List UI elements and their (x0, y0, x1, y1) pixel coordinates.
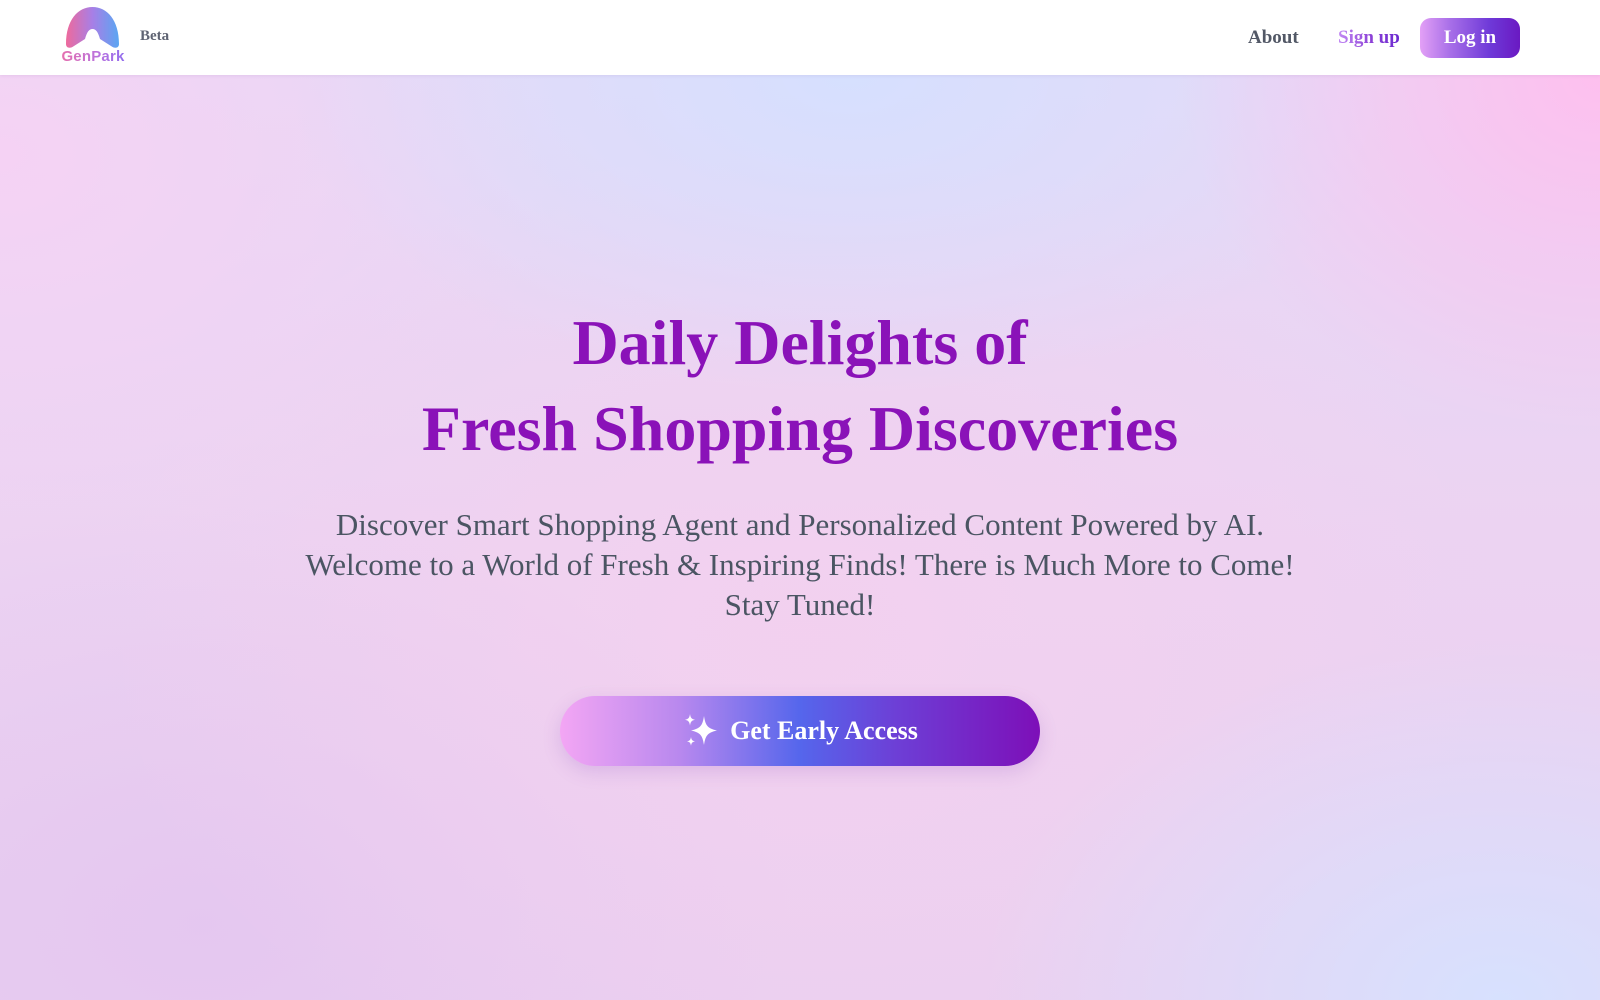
logo-wordmark: GenPark (57, 48, 129, 65)
login-button[interactable]: Log in (1420, 18, 1520, 58)
hero-description: Discover Smart Shopping Agent and Person… (200, 505, 1400, 625)
description-line-1: Discover Smart Shopping Agent and Person… (335, 507, 1265, 542)
genpark-logo-icon (66, 7, 119, 48)
description-line-3: Stay Tuned! (724, 587, 876, 622)
description-line-2: Welcome to a World of Fresh & Inspiring … (305, 547, 1295, 582)
sparkle-icon (685, 714, 718, 746)
headline-line-2: Fresh Shopping Discoveries (421, 393, 1179, 464)
about-link[interactable]: About (1248, 27, 1299, 49)
top-navbar: GenPark Beta About Sign up Log in (0, 0, 1600, 75)
hero-section: Daily Delights of Fresh Shopping Discove… (0, 75, 1600, 1000)
get-early-access-button[interactable]: Get Early Access (560, 696, 1040, 766)
genpark-logo[interactable]: GenPark (57, 6, 129, 66)
cta-content: Get Early Access (560, 696, 1040, 766)
beta-badge: Beta (140, 28, 170, 44)
signup-link[interactable]: Sign up (1338, 27, 1400, 49)
headline-line-1: Daily Delights of (572, 307, 1028, 378)
hero-headline: Daily Delights of Fresh Shopping Discove… (200, 300, 1400, 472)
cta-label: Get Early Access (730, 716, 918, 745)
